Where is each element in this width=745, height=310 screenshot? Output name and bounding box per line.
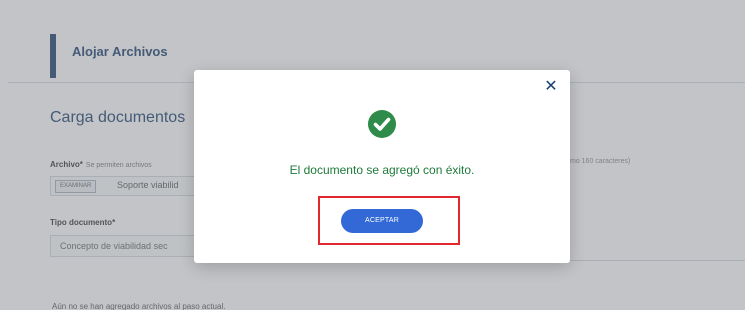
check-circle-icon xyxy=(368,110,396,138)
accept-button[interactable]: ACEPTAR xyxy=(341,209,423,233)
success-message: El documento se agregó con éxito. xyxy=(289,163,475,177)
success-dialog: ✕ El documento se agregó con éxito. ACEP… xyxy=(194,70,570,263)
modal-overlay: ✕ El documento se agregó con éxito. ACEP… xyxy=(0,0,745,310)
close-icon[interactable]: ✕ xyxy=(544,79,558,95)
